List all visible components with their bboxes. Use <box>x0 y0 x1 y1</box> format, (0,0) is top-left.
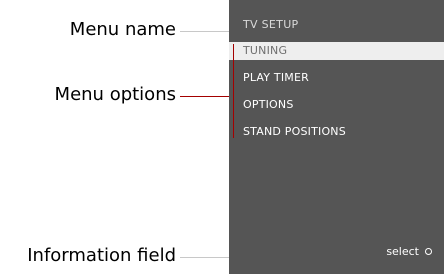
menu-item-label: PLAY TIMER <box>243 71 309 84</box>
menu-item-stand-positions[interactable]: STAND POSITIONS <box>229 123 444 141</box>
menu-item-label: OPTIONS <box>243 98 294 111</box>
callout-menu-options: Menu options <box>54 84 176 105</box>
leader-line-menu-name <box>180 31 230 32</box>
tv-menu-screen: TV SETUP TUNING PLAY TIMER OPTIONS STAND… <box>229 0 444 274</box>
information-field: select <box>386 245 432 258</box>
menu-options-bracket <box>233 44 234 138</box>
menu-item-label: STAND POSITIONS <box>243 125 346 138</box>
ring-icon <box>425 248 432 255</box>
menu-item-play-timer[interactable]: PLAY TIMER <box>229 69 444 87</box>
leader-line-menu-options <box>180 96 234 97</box>
menu-item-tuning[interactable]: TUNING <box>229 42 444 60</box>
callout-information-field: Information field <box>27 245 176 266</box>
menu-item-options[interactable]: OPTIONS <box>229 96 444 114</box>
menu-item-label: TUNING <box>243 44 288 57</box>
menu-title: TV SETUP <box>243 18 299 31</box>
info-select-label: select <box>386 245 419 258</box>
callout-menu-name: Menu name <box>69 19 176 40</box>
